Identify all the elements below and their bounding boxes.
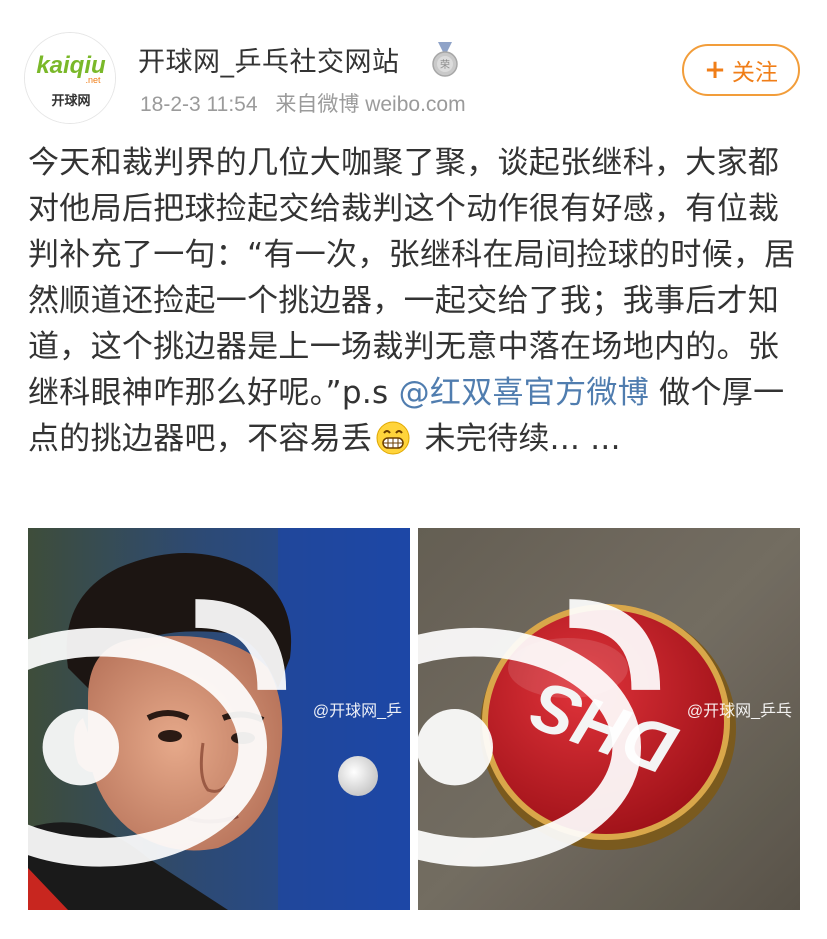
photo-watermark: @开球网_乒乓 xyxy=(418,528,792,900)
photo-watermark: @开球网_乒 xyxy=(28,528,402,900)
post-timestamp: 18-2-3 11:54 xyxy=(140,93,258,116)
weibo-icon xyxy=(418,599,660,867)
plus-icon: + xyxy=(704,55,726,85)
post-text-part1: 今天和裁判界的几位大咖聚了聚，谈起张继科，大家都对他局后把球捡起交给裁判这个动作… xyxy=(28,145,796,411)
post-body: 今天和裁判界的几位大咖聚了聚，谈起张继科，大家都对他局后把球捡起交给裁判这个动作… xyxy=(28,140,808,462)
photo-watermark-text: @开球网_乒 xyxy=(312,703,402,720)
mention-link[interactable]: @红双喜官方微博 xyxy=(399,375,649,411)
post-text-part3: 未完待续... ... xyxy=(414,421,621,457)
kaiqiu-logo-icon: kaiqiu .net 开球网 xyxy=(25,33,115,123)
author-name[interactable]: 开球网_乒乓社交网站 xyxy=(138,40,400,79)
avatar-caption: 开球网 xyxy=(51,93,90,109)
weibo-icon xyxy=(28,599,286,867)
follow-label: 关注 xyxy=(731,60,778,86)
photo-watermark-text: @开球网_乒乓 xyxy=(686,703,792,720)
post-source: 来自微博 weibo.com xyxy=(275,93,466,116)
grin-emoji-icon xyxy=(376,421,410,455)
post-header: kaiqiu .net 开球网 开球网_乒乓社交网站 荣 18-2-3 11:5… xyxy=(0,0,827,130)
follow-button[interactable]: + 关注 xyxy=(682,44,800,96)
coin-photo[interactable]: DHS @开球网_乒乓 xyxy=(418,528,800,910)
player-photo[interactable]: @开球网_乒 xyxy=(28,528,410,910)
svg-text:荣: 荣 xyxy=(440,59,450,71)
avatar[interactable]: kaiqiu .net 开球网 xyxy=(24,32,116,124)
medal-icon[interactable]: 荣 xyxy=(430,42,460,78)
avatar-brand-suffix: .net xyxy=(85,75,101,85)
post-meta: 18-2-3 11:54 来自微博 weibo.com xyxy=(140,88,478,118)
